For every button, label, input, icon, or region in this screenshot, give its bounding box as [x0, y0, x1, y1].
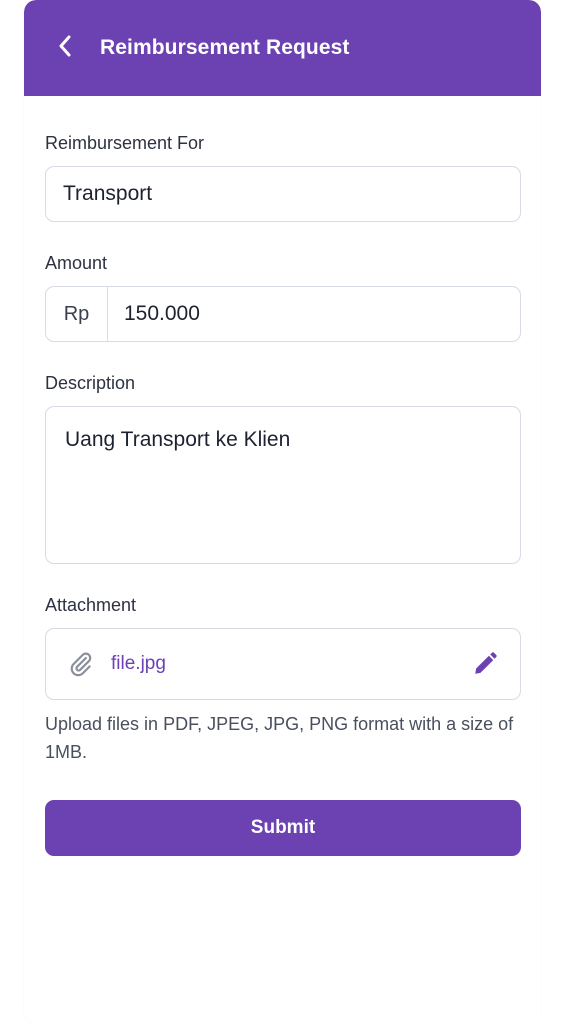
currency-prefix: Rp: [46, 287, 108, 341]
page-title: Reimbursement Request: [100, 36, 350, 59]
app-bar: Reimbursement Request: [24, 0, 541, 96]
reimbursement-for-label: Reimbursement For: [45, 133, 205, 153]
description-label: Description: [45, 373, 136, 393]
attachment-helper-text: Upload files in PDF, JPEG, JPG, PNG form…: [45, 714, 514, 762]
reimbursement-for-field[interactable]: Transport: [45, 166, 521, 222]
reimbursement-for-value: Transport: [63, 182, 153, 205]
description-textarea[interactable]: Uang Transport ke Klien: [45, 406, 521, 564]
pencil-icon[interactable]: [470, 649, 500, 679]
chevron-left-icon: [58, 35, 72, 62]
form: Reimbursement For Transport Amount Rp 15…: [24, 132, 541, 856]
attachment-file-name: file.jpg: [111, 653, 166, 674]
amount-label: Amount: [45, 253, 108, 273]
attachment-field[interactable]: file.jpg: [45, 628, 521, 700]
back-button[interactable]: [50, 28, 80, 68]
paperclip-icon: [66, 649, 96, 679]
attachment-label: Attachment: [45, 595, 137, 615]
amount-field[interactable]: Rp 150.000: [45, 286, 521, 342]
amount-value: 150.000: [124, 302, 200, 325]
reimbursement-screen: Reimbursement Request Reimbursement For …: [24, 0, 541, 1024]
submit-button[interactable]: Submit: [45, 800, 521, 856]
